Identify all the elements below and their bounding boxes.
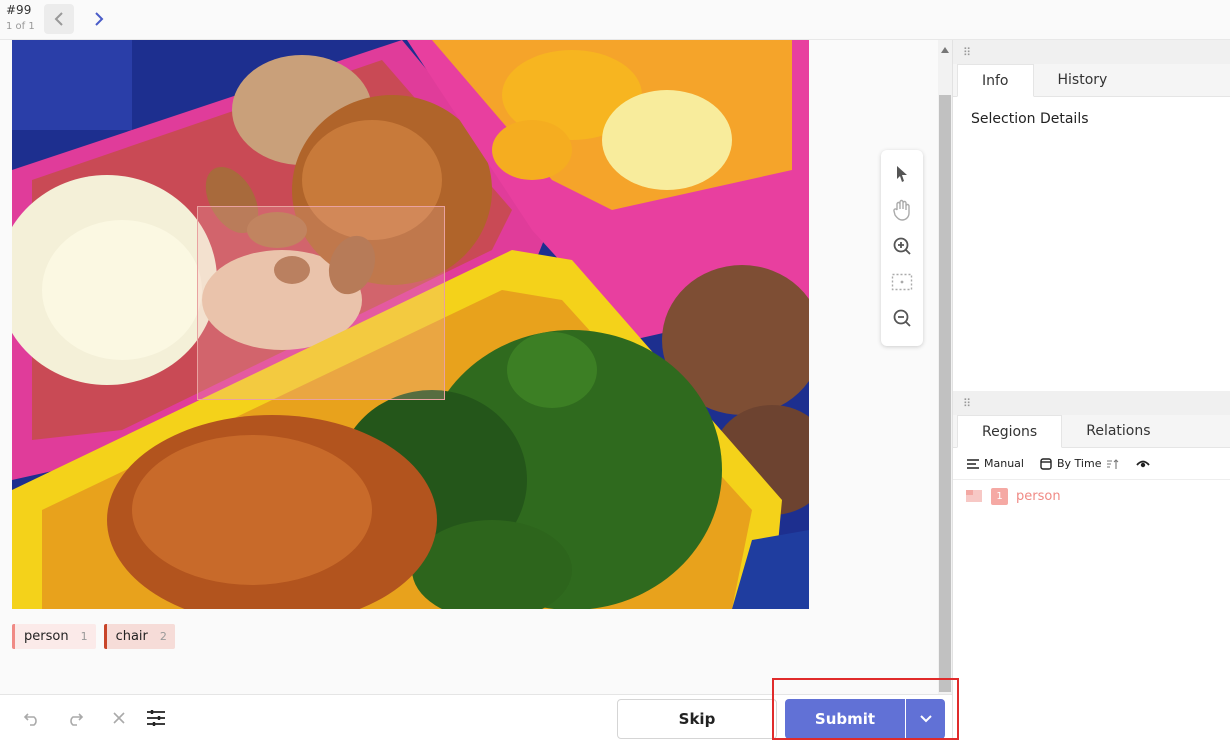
scroll-up-arrow[interactable] <box>939 44 951 56</box>
order-manual-label: Manual <box>984 457 1024 470</box>
chevron-right-icon <box>95 12 104 26</box>
panel-drag-handle[interactable]: ⠿ <box>953 40 1230 64</box>
region-index-badge: 1 <box>991 487 1008 505</box>
annotation-image[interactable] <box>12 40 809 609</box>
tab-relations[interactable]: Relations <box>1062 415 1174 447</box>
next-task-button[interactable] <box>84 4 114 34</box>
region-label: person <box>1016 488 1061 504</box>
label-chair[interactable]: chair 2 <box>103 624 175 649</box>
label-hotkey: 2 <box>159 630 167 643</box>
zoom-in-tool[interactable] <box>887 228 917 264</box>
zoom-in-icon <box>893 237 911 255</box>
scrollbar-thumb[interactable] <box>939 95 951 692</box>
hand-icon <box>893 199 910 221</box>
close-icon <box>113 712 125 724</box>
zoom-fit-tool[interactable] <box>887 264 917 300</box>
task-count: 1 of 1 <box>6 21 35 32</box>
eye-icon <box>1136 460 1151 467</box>
clock-icon <box>1040 457 1052 470</box>
tab-regions[interactable]: Regions <box>957 415 1063 448</box>
label-person[interactable]: person 1 <box>12 624 96 649</box>
select-tool[interactable] <box>887 156 917 192</box>
top-bar: #99 1 of 1 <box>0 0 1230 40</box>
canvas-toolbar <box>881 150 923 346</box>
toggle-visibility-button[interactable] <box>1136 459 1151 469</box>
person-region-box[interactable] <box>197 206 445 400</box>
label-hotkey: 1 <box>80 630 88 643</box>
highlight-box <box>772 678 959 740</box>
tab-history[interactable]: History <box>1034 64 1132 96</box>
rectangle-region-icon <box>966 490 982 502</box>
cursor-icon <box>897 166 907 182</box>
region-item[interactable]: 1 person <box>953 480 1230 512</box>
selection-details-title: Selection Details <box>971 111 1089 127</box>
sort-icon <box>1107 458 1119 469</box>
list-icon <box>967 458 979 469</box>
pan-tool[interactable] <box>887 192 917 228</box>
redo-button[interactable] <box>64 707 86 729</box>
zoom-out-tool[interactable] <box>887 300 917 336</box>
annotation-canvas-area: person 1 chair 2 <box>0 40 938 694</box>
order-by-time-button[interactable]: By Time <box>1040 457 1120 470</box>
info-tabs: Info History <box>953 64 1230 97</box>
chevron-left-icon <box>54 12 63 26</box>
label-name: chair <box>115 629 148 644</box>
redo-icon <box>70 713 84 726</box>
region-sort-toolbar: Manual By Time <box>953 448 1230 480</box>
grip-icon: ⠿ <box>963 45 971 59</box>
reset-button[interactable] <box>108 707 130 729</box>
panel-drag-handle[interactable]: ⠿ <box>953 391 1230 415</box>
region-tabs: Regions Relations <box>953 415 1230 448</box>
skip-button[interactable]: Skip <box>617 699 777 739</box>
prev-task-button[interactable] <box>44 4 74 34</box>
grip-icon: ⠿ <box>963 396 971 410</box>
undo-icon <box>23 713 37 726</box>
task-id: #99 <box>6 3 32 17</box>
zoom-out-icon <box>893 309 911 327</box>
side-panel: ⠿ Info History Selection Details ⠿ Regio… <box>952 40 1230 740</box>
undo-button[interactable] <box>21 707 43 729</box>
label-name: person <box>24 629 69 644</box>
settings-button[interactable] <box>145 707 167 729</box>
sliders-icon <box>147 710 165 726</box>
fit-icon <box>891 273 913 291</box>
label-list: person 1 chair 2 <box>12 624 175 649</box>
triangle-up-icon <box>941 47 949 53</box>
regions-panel: ⠿ Regions Relations Manual By Time 1 per… <box>953 391 1230 512</box>
order-by-time-label: By Time <box>1056 457 1102 470</box>
order-manual-button[interactable]: Manual <box>967 457 1024 470</box>
tab-info[interactable]: Info <box>957 64 1034 97</box>
